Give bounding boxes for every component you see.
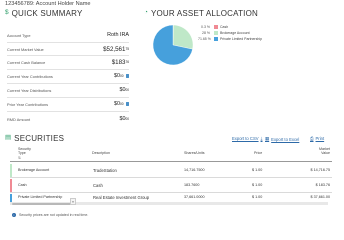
legend-label: Private Limited Partnership bbox=[220, 37, 263, 41]
summary-value: Roth IRA bbox=[107, 32, 129, 38]
cell-market-value: $ 183.76 bbox=[315, 183, 330, 187]
printer-icon: ⎙ bbox=[310, 136, 314, 141]
legend-swatch bbox=[214, 37, 218, 41]
cell-shares: 183.7600 bbox=[184, 183, 200, 187]
row-color-bar bbox=[10, 179, 12, 192]
cell-description: TradeStation bbox=[93, 168, 117, 173]
summary-row-current-year-distributions: Current Year Distributions $0 00 bbox=[7, 84, 129, 96]
summary-row-current-year-contributions: Current Year Contributions $0 00 bbox=[7, 70, 129, 82]
cell-market-value: $ 37,661.00 bbox=[310, 195, 330, 199]
summary-value: $52,561 75 bbox=[103, 45, 129, 53]
cell-shares: 14,716.7500 bbox=[184, 168, 205, 172]
summary-label: RMD Amount bbox=[7, 116, 31, 122]
asset-allocation-legend: 0.3 % Cash 28 % Brokerage Account 71.65 … bbox=[198, 24, 262, 42]
list-icon: ▤ bbox=[5, 134, 12, 142]
quick-summary-header: $ QUICK SUMMARY bbox=[5, 9, 83, 18]
col-shares-units[interactable]: Shares/Units bbox=[184, 151, 205, 155]
scrollbar-thumb[interactable] bbox=[12, 202, 72, 205]
summary-row-cash-balance: Current Cash Balance $183 76 bbox=[7, 56, 129, 68]
summary-label: Prior Year Contributions bbox=[7, 101, 49, 107]
asset-allocation-pie-chart bbox=[152, 24, 194, 66]
realtime-note: i Security prices are not updated in rea… bbox=[12, 213, 88, 217]
col-description[interactable]: Description bbox=[92, 151, 110, 155]
dollar-icon: $ bbox=[5, 9, 9, 17]
securities-title: SECURITIES bbox=[14, 134, 65, 143]
legend-percent: 71.65 % bbox=[198, 37, 211, 41]
divider bbox=[7, 111, 129, 112]
summary-value: $0 00 bbox=[114, 101, 129, 107]
summary-row-account-type: Account Type Roth IRA bbox=[7, 29, 129, 41]
summary-row-rmd-amount: RMD Amount $0 00 bbox=[7, 113, 129, 125]
summary-label: Current Year Distributions bbox=[7, 87, 52, 93]
account-title: 123456789: Account Holder Name bbox=[5, 1, 91, 7]
summary-label: Current Cash Balance bbox=[7, 59, 46, 65]
summary-value: $183 76 bbox=[111, 58, 129, 66]
calculator-icon[interactable] bbox=[125, 102, 129, 106]
summary-value: $0 00 bbox=[119, 116, 129, 122]
cell-price: $ 1.00 bbox=[252, 183, 263, 187]
asset-allocation-header: ◔ YOUR ASSET ALLOCATION bbox=[144, 9, 258, 18]
sort-icon[interactable]: ⇅ bbox=[18, 156, 21, 160]
cell-price: $ 1.00 bbox=[252, 168, 263, 172]
scroll-right-arrow-icon[interactable]: » bbox=[70, 198, 76, 205]
cell-description: Cash bbox=[93, 183, 103, 188]
cell-security-type: Private Limited Partnership bbox=[18, 195, 63, 199]
col-security-type[interactable]: Security Type bbox=[18, 147, 31, 155]
legend-swatch bbox=[214, 25, 218, 29]
cell-market-value: $ 14,716.75 bbox=[310, 168, 330, 172]
calculator-icon[interactable] bbox=[125, 74, 129, 78]
summary-value: $0 00 bbox=[114, 73, 129, 79]
cell-shares: 37,661.0000 bbox=[184, 195, 205, 199]
legend-label: Cash bbox=[220, 25, 229, 29]
cell-security-type: Cash bbox=[18, 183, 27, 187]
table-row[interactable]: Cash Cash 183.7600 $ 1.00 $ 183.76 bbox=[10, 178, 332, 193]
asset-allocation-title: YOUR ASSET ALLOCATION bbox=[150, 9, 258, 18]
excel-icon: ▦ bbox=[265, 136, 270, 141]
col-price[interactable]: Price bbox=[254, 151, 262, 155]
legend-swatch bbox=[214, 31, 218, 35]
legend-percent: 28 % bbox=[202, 31, 210, 35]
securities-table-header: Security Type ⇅ Description Shares/Units… bbox=[10, 145, 332, 162]
row-color-bar bbox=[10, 164, 12, 177]
legend-item-private-lp: 71.65 % Private Limited Partnership bbox=[198, 36, 262, 42]
table-row[interactable]: Brokerage Account TradeStation 14,716.75… bbox=[10, 163, 332, 178]
pie-chart-icon: ◔ bbox=[144, 9, 148, 17]
legend-label: Brokerage Account bbox=[220, 31, 250, 35]
export-csv-link[interactable]: Export to CSV ⤓ bbox=[232, 136, 263, 141]
cell-description: Real Estate Investment Group bbox=[93, 195, 150, 200]
summary-row-prior-year-contributions: Prior Year Contributions $0 00 bbox=[7, 98, 129, 110]
quick-summary-title: QUICK SUMMARY bbox=[11, 9, 83, 18]
summary-value: $0 00 bbox=[119, 87, 129, 93]
summary-label: Current Market Value bbox=[7, 46, 44, 52]
summary-label: Current Year Contributions bbox=[7, 73, 53, 79]
info-icon: i bbox=[12, 213, 16, 217]
export-excel-link[interactable]: ▦ Export to Excel bbox=[265, 136, 299, 142]
legend-percent: 0.3 % bbox=[201, 25, 210, 29]
print-link[interactable]: ⎙ Print bbox=[310, 136, 324, 141]
col-market-value[interactable]: Market Value bbox=[310, 147, 330, 155]
row-color-bar bbox=[10, 194, 12, 202]
download-icon: ⤓ bbox=[260, 136, 263, 141]
cell-price: $ 1.00 bbox=[252, 195, 263, 199]
summary-row-market-value: Current Market Value $52,561 75 bbox=[7, 43, 129, 55]
cell-security-type: Brokerage Account bbox=[18, 168, 50, 172]
note-text: Security prices are not updated in real … bbox=[19, 213, 89, 217]
summary-label: Account Type bbox=[7, 32, 31, 38]
securities-header: ▤ SECURITIES bbox=[5, 134, 64, 143]
table-row[interactable]: Private Limited Partnership Real Estate … bbox=[10, 193, 332, 202]
